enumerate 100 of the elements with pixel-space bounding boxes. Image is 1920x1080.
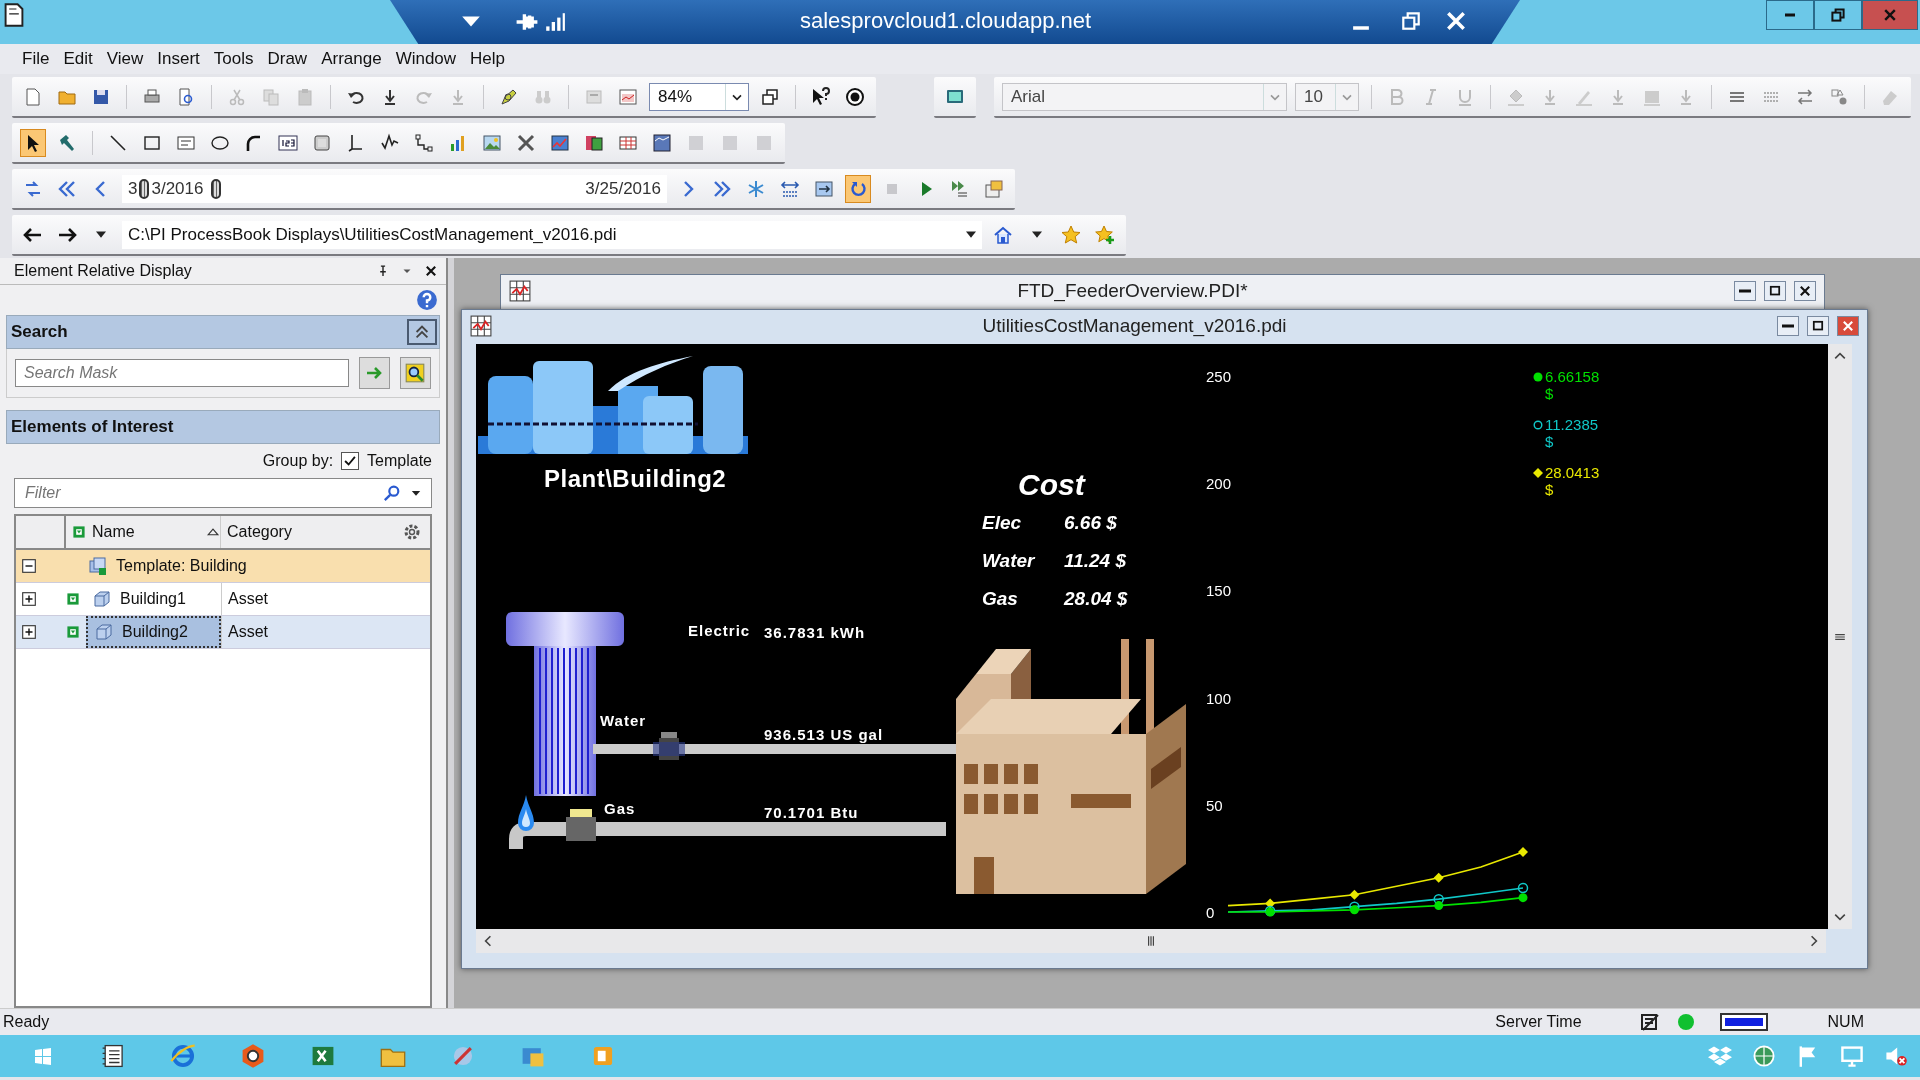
checkbox[interactable] <box>341 452 360 470</box>
document-icon <box>2 2 26 28</box>
swap-window-icon[interactable] <box>814 178 834 199</box>
restore-button[interactable] <box>1814 0 1862 30</box>
cost-label: Water <box>982 550 1035 572</box>
restore-icon[interactable] <box>1400 10 1422 32</box>
double-left-icon[interactable] <box>57 178 77 199</box>
sqc-chart-icon[interactable] <box>652 132 672 153</box>
asterisk-icon[interactable] <box>746 178 766 199</box>
menu-item[interactable]: Edit <box>57 47 99 71</box>
close-button[interactable] <box>1794 281 1816 301</box>
properties-icon[interactable] <box>984 178 1004 199</box>
legend-unit: $ <box>1545 385 1555 402</box>
search-icon[interactable] <box>383 484 401 502</box>
range-handle[interactable] <box>139 178 150 199</box>
time-range-field[interactable]: 3 3/2016 3/25/2016 <box>122 174 667 203</box>
maximize-button[interactable] <box>1807 316 1829 336</box>
legend-unit: $ <box>1545 433 1555 450</box>
search-field[interactable]: Search Mask <box>15 359 349 387</box>
status-text: Ready <box>3 1013 50 1031</box>
meter-reading: 70.1701 Btu <box>764 804 859 821</box>
tree-row[interactable]: Building2 Asset <box>16 616 430 649</box>
search-button[interactable] <box>399 357 431 389</box>
filter-field[interactable]: Filter <box>14 478 432 508</box>
axis-tick-label: 200 <box>1206 475 1232 493</box>
record-icon[interactable] <box>845 86 865 107</box>
font-dropdown[interactable]: Arial <box>1002 82 1287 111</box>
point <box>1518 846 1528 857</box>
fast-forward-icon[interactable] <box>950 178 970 199</box>
close-icon <box>1882 7 1898 23</box>
cost-title: Cost <box>1018 468 1085 502</box>
home-icon[interactable] <box>993 224 1013 245</box>
time-span-icon[interactable] <box>780 178 800 199</box>
help-pointer-icon[interactable] <box>811 86 831 107</box>
menu-item[interactable]: Arrange <box>315 47 388 71</box>
cube-icon <box>94 622 114 642</box>
minimize-button[interactable] <box>1734 281 1756 301</box>
font-size-dropdown[interactable]: 10 <box>1295 82 1359 111</box>
trend-icon[interactable] <box>550 132 570 153</box>
legend-value: 6.66158 <box>1545 368 1600 385</box>
menu-item[interactable]: Window <box>389 47 463 71</box>
caret-icon[interactable] <box>96 231 106 238</box>
grid-icon <box>470 315 492 337</box>
clipboard-icon[interactable] <box>295 86 315 107</box>
crossed-tools-icon[interactable] <box>516 132 536 153</box>
shapes-icon[interactable] <box>1829 86 1849 107</box>
filter-input[interactable]: Filter <box>23 483 375 503</box>
line-icon[interactable] <box>108 132 128 153</box>
star-plus-icon[interactable] <box>1095 224 1115 245</box>
maximize-button[interactable] <box>1764 281 1786 301</box>
page-icon[interactable] <box>23 86 43 107</box>
menu-item[interactable]: View <box>100 47 150 71</box>
push-button-icon[interactable] <box>312 132 332 153</box>
legend-unit: $ <box>1545 481 1555 498</box>
cost-value: 11.24 $ <box>1064 550 1126 572</box>
group-by-label: Group by: <box>262 452 334 470</box>
expand-icon[interactable] <box>22 592 36 606</box>
status-text: NUM <box>1827 1013 1864 1031</box>
globe-icon[interactable] <box>1752 1044 1776 1068</box>
section-title: Search <box>11 322 68 342</box>
chart-window-icon[interactable] <box>618 86 638 107</box>
minimize-icon[interactable] <box>1352 26 1370 30</box>
menu-item[interactable]: Draw <box>261 47 314 71</box>
number-value-icon[interactable] <box>278 132 298 153</box>
close-icon <box>1841 319 1855 333</box>
zoom-dropdown[interactable]: 84% <box>649 82 749 111</box>
close-icon <box>1798 284 1812 298</box>
legend-value: 11.2385 <box>1545 416 1599 433</box>
double-right-icon[interactable] <box>712 178 732 199</box>
caret-icon[interactable] <box>1032 231 1042 238</box>
signal-icon <box>544 11 566 33</box>
menu-item[interactable]: Help <box>464 47 512 71</box>
menu-item[interactable]: Insert <box>151 47 206 71</box>
gear-icon[interactable] <box>402 522 422 542</box>
vertical-scrollbar[interactable] <box>1828 344 1852 929</box>
arrow-style-icon[interactable] <box>1795 86 1815 107</box>
horizontal-scrollbar[interactable] <box>476 929 1826 953</box>
star-icon[interactable] <box>1061 224 1081 245</box>
swap-arrows-icon[interactable] <box>23 178 43 199</box>
go-button[interactable] <box>358 357 390 389</box>
picture-icon[interactable] <box>482 132 502 153</box>
minimize-button[interactable] <box>1777 316 1799 336</box>
collapse-icon[interactable] <box>22 559 36 573</box>
expand-icon[interactable] <box>22 625 36 639</box>
menu-item[interactable]: File <box>16 47 56 71</box>
menu-item[interactable]: Tools <box>207 47 260 71</box>
close-icon[interactable] <box>424 264 438 278</box>
collapse-button[interactable] <box>407 319 437 345</box>
meter-label: Water <box>600 712 647 729</box>
column-header[interactable]: Category <box>221 516 430 548</box>
column-header[interactable]: Name <box>86 516 221 548</box>
hammer-icon[interactable] <box>57 132 77 153</box>
connector-icon[interactable] <box>414 132 434 153</box>
address-field[interactable]: C:\PI ProcessBook Displays\UtilitiesCostManagement_v2016.pdi <box>122 220 982 249</box>
window-title: UtilitiesCostManagement_v2016.pdi <box>981 315 1288 337</box>
windows-icon[interactable] <box>760 86 780 107</box>
server-icon <box>1639 1012 1660 1032</box>
range-handle[interactable] <box>211 178 222 199</box>
help-icon[interactable] <box>416 289 438 311</box>
point <box>1434 901 1444 911</box>
